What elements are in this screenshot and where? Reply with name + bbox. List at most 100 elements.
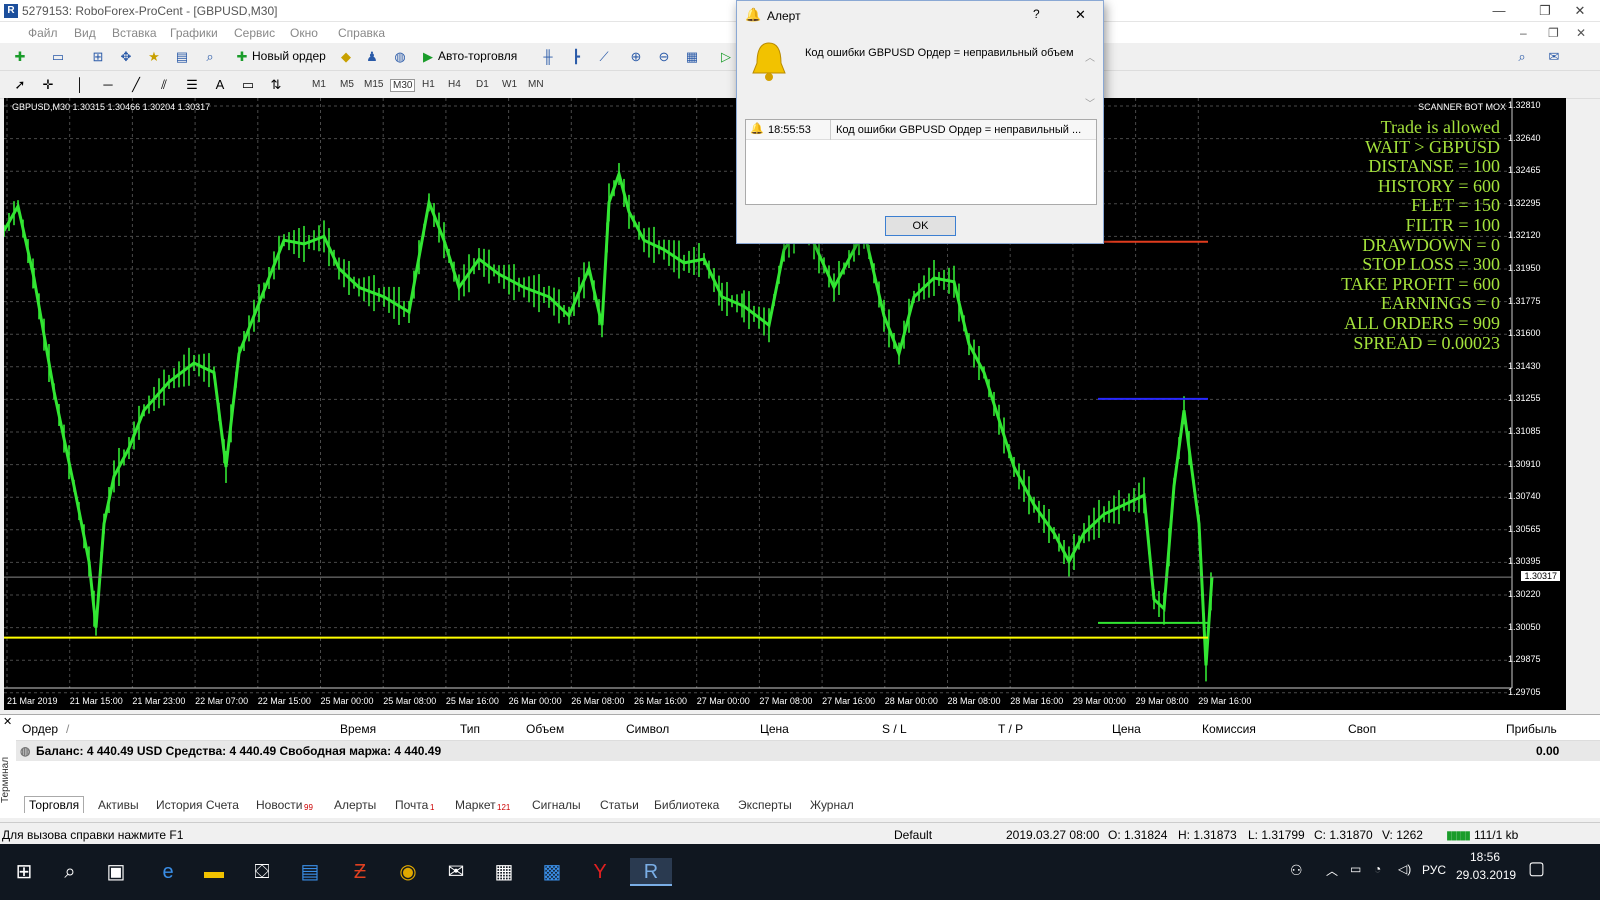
- start-icon[interactable]: ⊞: [10, 858, 38, 886]
- line-chart-icon[interactable]: ⟋: [594, 48, 614, 66]
- text-icon[interactable]: A: [210, 76, 230, 94]
- new-chart-icon[interactable]: ✚: [10, 48, 30, 66]
- search-icon[interactable]: ⌕: [1512, 48, 1532, 66]
- tf-h1[interactable]: H1: [422, 79, 435, 90]
- fibonacci-icon[interactable]: ☰: [182, 76, 202, 94]
- crosshair-icon[interactable]: ✛: [38, 76, 58, 94]
- alert-list-row[interactable]: 🔔 18:55:53 Код ошибки GBPUSD Ордер = неп…: [746, 120, 1096, 140]
- volume-icon[interactable]: ◁): [1398, 862, 1411, 876]
- signals-icon[interactable]: ♟: [362, 48, 382, 66]
- status-profile[interactable]: Default: [894, 828, 932, 842]
- people-icon[interactable]: ⚇: [1290, 862, 1303, 879]
- clock-time[interactable]: 18:56: [1470, 850, 1500, 864]
- tab-market[interactable]: Маркет: [455, 798, 496, 812]
- tab-mail[interactable]: Почта: [395, 798, 428, 812]
- yandex-icon[interactable]: Y: [586, 858, 614, 886]
- col-tp[interactable]: T / P: [998, 722, 1023, 736]
- tab-alerts[interactable]: Алерты: [334, 798, 376, 812]
- menu-view[interactable]: Вид: [74, 26, 96, 40]
- col-order[interactable]: Ордер: [22, 722, 58, 736]
- scroll-down-icon[interactable]: ﹀: [1085, 95, 1095, 110]
- cursor-icon[interactable]: ➚: [10, 76, 30, 94]
- market-watch-icon[interactable]: ⊞: [88, 48, 108, 66]
- candlestick-icon[interactable]: ┣: [566, 48, 586, 66]
- battery-icon[interactable]: ▭: [1350, 862, 1361, 876]
- tab-journal[interactable]: Журнал: [810, 798, 854, 812]
- tf-m30[interactable]: M30: [390, 79, 416, 92]
- col-type[interactable]: Тип: [460, 722, 480, 736]
- col-current-price[interactable]: Цена: [1112, 722, 1141, 736]
- mdi-minimize-icon[interactable]: –: [1520, 26, 1527, 40]
- tf-mn[interactable]: MN: [528, 79, 544, 90]
- tab-experts[interactable]: Эксперты: [738, 798, 792, 812]
- chat-icon[interactable]: ✉: [1544, 48, 1564, 66]
- roboforex-icon[interactable]: R: [630, 858, 672, 886]
- channel-icon[interactable]: ⫽: [154, 76, 174, 94]
- tf-w1[interactable]: W1: [502, 79, 517, 90]
- col-swap[interactable]: Своп: [1348, 722, 1376, 736]
- menu-insert[interactable]: Вставка: [112, 26, 157, 40]
- explorer-icon[interactable]: ▬: [200, 858, 228, 886]
- navigator-icon[interactable]: ✥: [116, 48, 136, 66]
- auto-trade-icon[interactable]: ▶: [418, 48, 438, 66]
- auto-scroll-icon[interactable]: ▷: [716, 48, 736, 66]
- strategy-tester-icon[interactable]: ⌕: [200, 48, 220, 66]
- menu-help[interactable]: Справка: [338, 26, 385, 40]
- tf-h4[interactable]: H4: [448, 79, 461, 90]
- market-icon[interactable]: ◍: [390, 48, 410, 66]
- menu-tools[interactable]: Сервис: [234, 26, 275, 40]
- network-app-icon[interactable]: ▩: [538, 858, 566, 886]
- search-taskbar-icon[interactable]: ⌕: [56, 858, 84, 886]
- tf-m15[interactable]: M15: [364, 79, 383, 90]
- menu-file[interactable]: Файл: [28, 26, 58, 40]
- store-icon[interactable]: ⛋: [248, 858, 276, 886]
- mdi-restore-icon[interactable]: ❐: [1548, 26, 1559, 40]
- col-commission[interactable]: Комиссия: [1202, 722, 1256, 736]
- tf-m1[interactable]: M1: [312, 79, 326, 90]
- menu-charts[interactable]: Графики: [170, 26, 218, 40]
- col-symbol[interactable]: Символ: [626, 722, 669, 736]
- bar-chart-icon[interactable]: ╫: [538, 48, 558, 66]
- terminal-close-icon[interactable]: ✕: [3, 715, 12, 728]
- tab-library[interactable]: Библиотека: [654, 798, 719, 812]
- tab-news[interactable]: Новости: [256, 798, 302, 812]
- new-order-button[interactable]: Новый ордер: [252, 49, 326, 63]
- label-icon[interactable]: ▭: [238, 76, 258, 94]
- notification-icon[interactable]: ▢: [1528, 858, 1545, 879]
- filezilla-icon[interactable]: Ƶ: [346, 858, 374, 886]
- close-button[interactable]: ✕: [1560, 0, 1600, 22]
- tab-trade[interactable]: Торговля: [24, 796, 85, 813]
- wifi-icon[interactable]: ◔: [1374, 862, 1381, 876]
- vertical-line-icon[interactable]: │: [70, 76, 90, 94]
- chrome-icon[interactable]: ◉: [394, 858, 422, 886]
- profiles-icon[interactable]: ▭: [48, 48, 68, 66]
- tray-chevron-icon[interactable]: ︿: [1326, 862, 1338, 879]
- trend-line-icon[interactable]: ╱: [126, 76, 146, 94]
- new-order-icon[interactable]: ✚: [232, 48, 252, 66]
- auto-trade-button[interactable]: Авто-торговля: [438, 49, 517, 63]
- task-view-icon[interactable]: ▣: [102, 858, 130, 886]
- tf-m5[interactable]: M5: [340, 79, 354, 90]
- horizontal-line-icon[interactable]: ─: [98, 76, 118, 94]
- dialog-help-button[interactable]: ?: [1033, 7, 1040, 21]
- mdi-close-icon[interactable]: ✕: [1576, 26, 1586, 40]
- col-profit[interactable]: Прибыль: [1506, 722, 1557, 736]
- language-indicator[interactable]: РУС: [1422, 863, 1446, 877]
- edge-icon[interactable]: e: [154, 858, 182, 886]
- col-price[interactable]: Цена: [760, 722, 789, 736]
- mail-icon[interactable]: ✉: [442, 858, 470, 886]
- data-window-icon[interactable]: ★: [144, 48, 164, 66]
- zoom-in-icon[interactable]: ⊕: [626, 48, 646, 66]
- scroll-up-icon[interactable]: ︿: [1085, 49, 1095, 64]
- terminal-icon[interactable]: ▤: [172, 48, 192, 66]
- meta-editor-icon[interactable]: ◆: [336, 48, 356, 66]
- app-icon[interactable]: ▤: [296, 858, 324, 886]
- menu-window[interactable]: Окно: [290, 26, 318, 40]
- zoom-out-icon[interactable]: ⊖: [654, 48, 674, 66]
- col-time[interactable]: Время: [340, 722, 376, 736]
- clock-date[interactable]: 29.03.2019: [1456, 868, 1516, 882]
- minimize-button[interactable]: —: [1476, 0, 1522, 22]
- tile-windows-icon[interactable]: ▦: [682, 48, 702, 66]
- col-volume[interactable]: Объем: [526, 722, 564, 736]
- shapes-icon[interactable]: ⇅: [266, 76, 286, 94]
